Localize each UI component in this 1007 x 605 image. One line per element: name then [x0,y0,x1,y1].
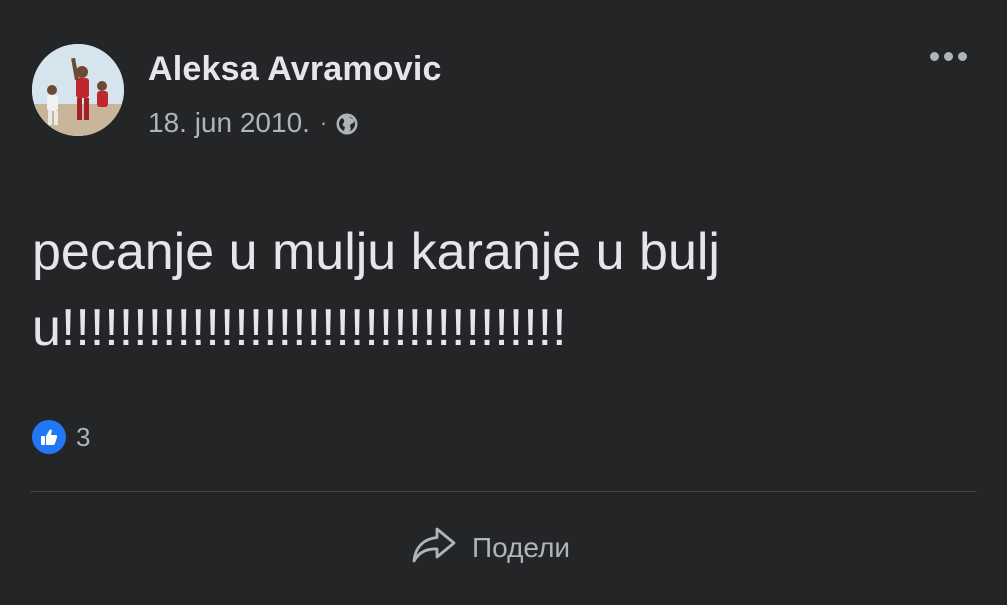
reaction-count: 3 [76,421,91,452]
more-dot [944,52,953,61]
more-dot [930,52,939,61]
post-text: pecanje u mulju karanje u bulju!!!!!!!!!… [32,223,720,357]
globe-icon [335,111,359,135]
like-icon [32,420,66,454]
author-name[interactable]: Aleksa Avramovic [148,50,442,89]
share-button[interactable]: Подели [410,525,570,570]
meta-separator: · [319,110,328,135]
divider [30,491,977,492]
avatar[interactable] [32,44,124,136]
avatar-image [32,44,124,136]
more-dot [958,52,967,61]
post-meta: 18. jun 2010. · [148,107,359,139]
post-card: Aleksa Avramovic 18. jun 2010. · pecanje… [0,0,1007,605]
post-date[interactable]: 18. jun 2010. [148,107,310,139]
reactions-summary[interactable]: 3 [32,420,90,454]
share-arrow-icon [410,525,458,570]
share-label: Подели [472,531,571,563]
more-options-icon[interactable] [930,52,967,61]
